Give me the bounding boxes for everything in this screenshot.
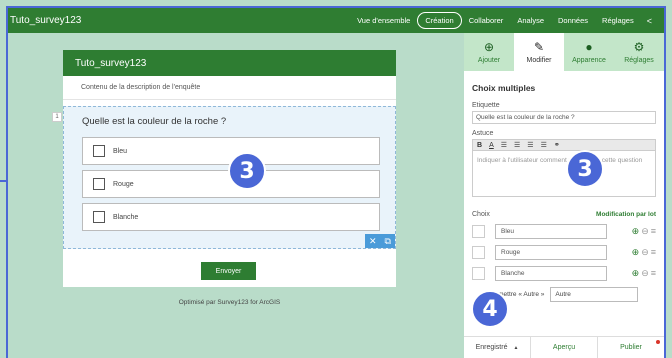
drag-handle-icon[interactable]: ≡ — [651, 226, 656, 237]
duplicate-icon[interactable]: ⧉ — [385, 236, 391, 247]
panel-tabs: ⊕ Ajouter ✎ Modifier ● Apparence ⚙ Régla… — [464, 33, 664, 71]
caret-up-icon: ▲ — [513, 344, 519, 351]
saved-label: Enregistré — [475, 344, 508, 351]
nav-creation[interactable]: Création — [417, 12, 462, 29]
annotation-badge: 4 — [471, 290, 509, 328]
share-icon[interactable]: < — [641, 16, 652, 26]
tab-label: Modifier — [526, 56, 552, 64]
choice-input[interactable]: Bleu — [495, 224, 607, 239]
publish-button[interactable]: Publier — [598, 337, 664, 358]
hint-field-label: Astuce — [472, 130, 494, 137]
list-icon[interactable]: ☰ — [501, 141, 507, 149]
hint-textarea[interactable]: Indiquer à l'utilisateur comment répondr… — [472, 151, 656, 197]
choice-input[interactable]: Rouge — [495, 245, 607, 260]
form-canvas: Tuto_survey123 Contenu de la description… — [8, 33, 464, 358]
preview-button[interactable]: Aperçu — [531, 337, 598, 358]
checkbox[interactable] — [93, 178, 105, 190]
saved-status[interactable]: Enregistré ▲ — [464, 337, 531, 358]
choice-controls: ⊕ ⊖ ≡ — [632, 226, 656, 237]
choice-controls: ⊕ ⊖ ≡ — [632, 268, 656, 279]
nav-settings[interactable]: Réglages — [595, 16, 641, 25]
form-description[interactable]: Contenu de la description de l'enquête — [63, 76, 396, 100]
unpublished-dot — [656, 340, 660, 344]
question-number: 1 — [52, 112, 62, 122]
tab-add[interactable]: ⊕ Ajouter — [464, 33, 514, 71]
choices-label: Choix — [472, 211, 490, 218]
add-choice-icon[interactable]: ⊕ — [632, 247, 640, 258]
option-blanche[interactable]: Blanche — [82, 203, 380, 231]
tab-settings[interactable]: ⚙ Réglages — [614, 33, 664, 71]
palette-icon: ● — [585, 39, 593, 54]
choice-row: Rouge ⊕ ⊖ ≡ — [472, 245, 656, 260]
remove-choice-icon[interactable]: ⊖ — [641, 226, 649, 237]
app-title: Tuto_survey123 — [10, 15, 82, 26]
powered-by: Optimisé par Survey123 for ArcGIS — [178, 299, 281, 306]
nav-analysis[interactable]: Analyse — [510, 16, 551, 25]
remove-choice-icon[interactable]: ⊖ — [641, 268, 649, 279]
question-title: Quelle est la couleur de la roche ? — [82, 116, 227, 127]
question-tools: ✕ ⧉ — [365, 234, 395, 248]
drag-handle-icon[interactable]: ≡ — [651, 247, 656, 258]
panel-body: Choix multiples Etiquette Quelle est la … — [464, 71, 664, 302]
outdent-icon[interactable]: ☰ — [527, 141, 533, 149]
remove-choice-icon[interactable]: ⊖ — [641, 247, 649, 258]
label-input[interactable]: Quelle est la couleur de la roche ? — [472, 111, 656, 124]
drag-handle-icon[interactable]: ≡ — [651, 268, 656, 279]
section-title: Choix multiples — [472, 83, 536, 93]
option-label: Bleu — [113, 147, 128, 155]
choice-image-slot[interactable] — [472, 246, 485, 259]
annotation-line — [0, 180, 8, 182]
indent-icon[interactable]: ☰ — [541, 141, 547, 149]
rich-text-toolbar: B A ☰ ☰ ☰ ☰ ⚭ — [472, 139, 656, 151]
annotation-badge: 3 — [566, 150, 604, 188]
tab-appearance[interactable]: ● Apparence — [564, 33, 614, 71]
choice-row: Bleu ⊕ ⊖ ≡ — [472, 224, 656, 239]
add-choice-icon[interactable]: ⊕ — [632, 226, 640, 237]
panel-footer: Enregistré ▲ Aperçu Publier — [464, 336, 664, 358]
option-label: Rouge — [113, 180, 134, 188]
nav-data[interactable]: Données — [551, 16, 595, 25]
choice-input[interactable]: Blanche — [495, 266, 607, 281]
pencil-icon: ✎ — [533, 39, 545, 54]
annotation-badge: 3 — [228, 152, 266, 190]
choices-header: Choix Modification par lot — [472, 211, 656, 218]
checkbox[interactable] — [93, 211, 105, 223]
label-field-label: Etiquette — [472, 102, 500, 109]
submit-button[interactable]: Envoyer — [201, 262, 256, 280]
tab-label: Apparence — [572, 56, 606, 64]
choice-controls: ⊕ ⊖ ≡ — [632, 247, 656, 258]
text-color-icon[interactable]: A — [489, 142, 494, 149]
batch-edit-link[interactable]: Modification par lot — [596, 211, 656, 218]
bold-icon[interactable]: B — [477, 142, 482, 149]
choice-image-slot[interactable] — [472, 267, 485, 280]
nav-overview[interactable]: Vue d'ensemble — [350, 16, 417, 25]
option-label: Blanche — [113, 213, 139, 221]
tab-label: Réglages — [624, 56, 654, 64]
choice-image-slot[interactable] — [472, 225, 485, 238]
checkbox[interactable] — [93, 145, 105, 157]
top-bar: Tuto_survey123 Vue d'ensemble Création C… — [8, 8, 664, 33]
form-header[interactable]: Tuto_survey123 — [63, 50, 396, 76]
publish-label: Publier — [620, 344, 642, 351]
tab-edit[interactable]: ✎ Modifier — [514, 33, 564, 71]
choice-row: Blanche ⊕ ⊖ ≡ — [472, 266, 656, 281]
top-nav: Vue d'ensemble Création Collaborer Analy… — [350, 12, 664, 29]
numbered-list-icon[interactable]: ☰ — [514, 141, 520, 149]
add-choice-icon[interactable]: ⊕ — [632, 268, 640, 279]
link-icon[interactable]: ⚭ — [554, 141, 560, 149]
settings-icon: ⚙ — [633, 39, 645, 54]
nav-collaborate[interactable]: Collaborer — [462, 16, 511, 25]
tab-label: Ajouter — [477, 56, 501, 64]
other-input[interactable]: Autre — [550, 287, 639, 302]
delete-icon[interactable]: ✕ — [369, 236, 377, 247]
preview-label: Aperçu — [552, 344, 576, 351]
add-icon: ⊕ — [483, 39, 495, 54]
